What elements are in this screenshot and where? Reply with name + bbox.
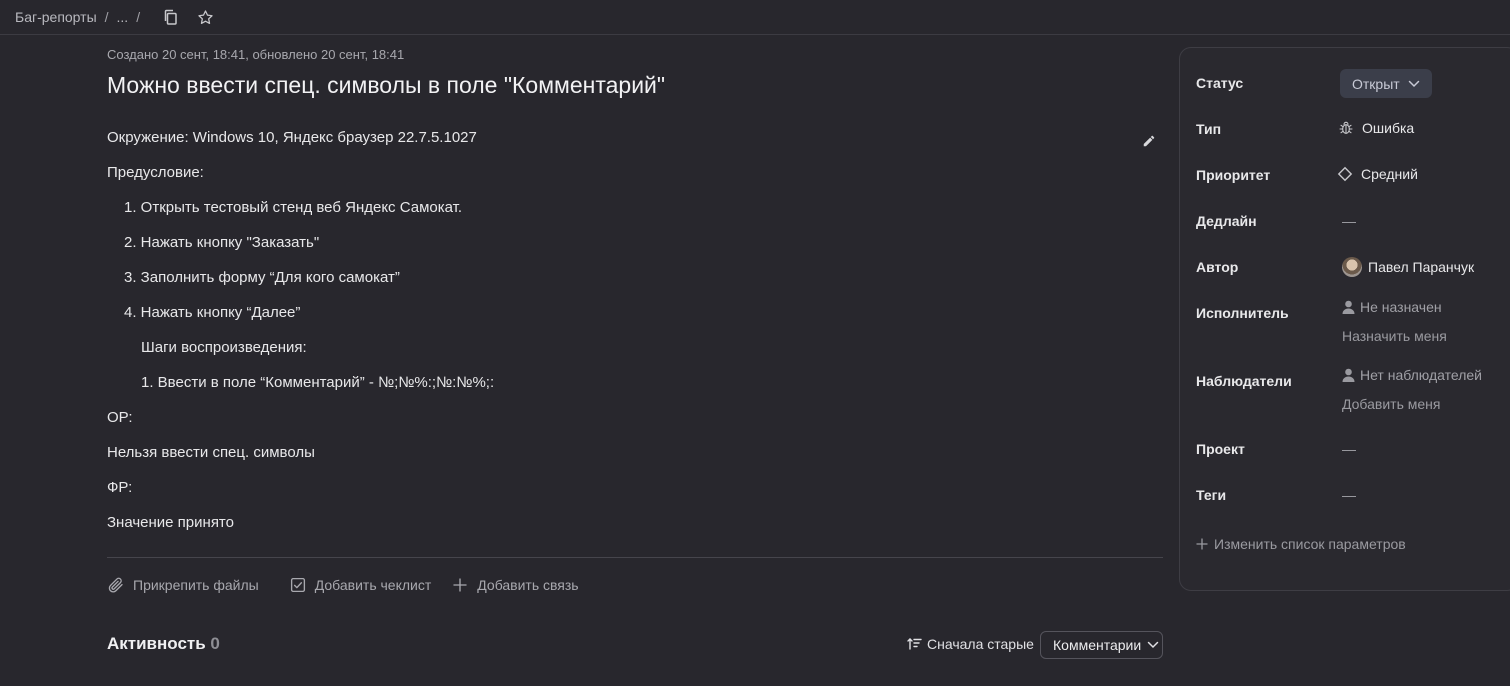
- desc-line: Шаги воспроизведения:: [141, 339, 307, 356]
- person-icon: [1342, 300, 1355, 314]
- param-label: Проект: [1196, 441, 1245, 457]
- desc-line: Предусловие:: [107, 164, 204, 181]
- activity-heading: Активность 0: [107, 634, 220, 654]
- sort-order-label: Сначала старые: [927, 636, 1034, 652]
- watchers-label: Нет наблюдателей: [1360, 367, 1483, 383]
- author-name: Павел Паранчук: [1368, 259, 1475, 275]
- breadcrumb-separator: /: [136, 9, 141, 25]
- param-label: Наблюдатели: [1196, 373, 1292, 389]
- add-link-label: Добавить связь: [477, 577, 579, 593]
- type-label: Ошибка: [1362, 120, 1415, 136]
- paperclip-icon: [108, 577, 123, 593]
- divider: [107, 557, 1163, 558]
- pencil-icon[interactable]: [1139, 131, 1159, 151]
- person-icon: [1342, 368, 1355, 382]
- attach-files-label: Прикрепить файлы: [133, 577, 259, 593]
- plus-icon: [453, 578, 467, 592]
- add-me-link[interactable]: Добавить меня: [1342, 396, 1441, 412]
- type-value[interactable]: Ошибка: [1338, 120, 1414, 136]
- watchers-value[interactable]: Нет наблюдателей: [1342, 367, 1482, 383]
- change-params-button[interactable]: Изменить список параметров: [1196, 536, 1406, 552]
- issue-actions: Прикрепить файлы Добавить чеклист Добави…: [107, 574, 599, 596]
- top-bar: Баг-репорты / ... /: [0, 0, 1510, 35]
- desc-line: ОР:: [107, 409, 133, 426]
- status-select[interactable]: Открыт: [1340, 69, 1432, 98]
- desc-line: Нельзя ввести спец. символы: [107, 444, 315, 461]
- issue-parameters-panel: Статус Открыт Тип Ошибка Приоритет Средн…: [1179, 47, 1510, 591]
- priority-value[interactable]: Средний: [1337, 166, 1418, 182]
- chevron-down-icon: [1147, 641, 1159, 649]
- activity-filter-select[interactable]: Комментарии: [1040, 631, 1163, 659]
- desc-line: Значение принято: [107, 514, 234, 531]
- desc-line: 1. Открыть тестовый стенд веб Яндекс Сам…: [124, 199, 463, 216]
- add-checklist-label: Добавить чеклист: [314, 577, 432, 593]
- bug-icon: [1338, 120, 1354, 136]
- priority-label: Средний: [1361, 166, 1418, 182]
- tags-value[interactable]: —: [1342, 487, 1356, 503]
- star-icon[interactable]: [194, 6, 216, 28]
- activity-title: Активность: [107, 634, 206, 653]
- add-checklist-button[interactable]: Добавить чеклист: [289, 576, 432, 594]
- assign-me-link[interactable]: Назначить меня: [1342, 328, 1447, 344]
- param-label: Исполнитель: [1196, 305, 1289, 321]
- deadline-value[interactable]: —: [1342, 213, 1356, 229]
- desc-line: 1. Ввести в поле “Комментарий” - №;№%:;№…: [141, 374, 495, 391]
- status-value: Открыт: [1352, 75, 1400, 92]
- author-value[interactable]: Павел Паранчук: [1342, 257, 1474, 277]
- param-label: Приоритет: [1196, 167, 1271, 183]
- desc-line: Окружение: Windows 10, Яндекс браузер 22…: [107, 129, 477, 146]
- param-label: Статус: [1196, 75, 1244, 91]
- sort-icon: [907, 638, 922, 650]
- breadcrumb-separator: /: [104, 9, 109, 25]
- param-label: Автор: [1196, 259, 1239, 275]
- param-label: Дедлайн: [1196, 213, 1257, 229]
- chevron-down-icon: [1408, 80, 1419, 87]
- avatar: [1342, 257, 1362, 277]
- desc-line: 4. Нажать кнопку “Далее”: [124, 304, 301, 321]
- desc-line: 3. Заполнить форму “Для кого самокат”: [124, 269, 400, 286]
- activity-count: 0: [210, 634, 220, 653]
- desc-line: ФР:: [107, 479, 133, 496]
- issue-title[interactable]: Можно ввести спец. символы в поле "Комме…: [107, 72, 665, 99]
- plus-icon: [1196, 538, 1208, 550]
- change-params-label: Изменить список параметров: [1214, 536, 1406, 552]
- desc-line: 2. Нажать кнопку "Заказать": [124, 234, 320, 251]
- checklist-icon: [290, 577, 305, 593]
- sort-order-button[interactable]: Сначала старые: [907, 634, 1034, 654]
- breadcrumb-root[interactable]: Баг-репорты: [15, 9, 97, 25]
- issue-meta: Создано 20 сент, 18:41, обновлено 20 сен…: [107, 47, 405, 62]
- attach-files-button[interactable]: Прикрепить файлы: [107, 576, 259, 594]
- project-value[interactable]: —: [1342, 441, 1356, 457]
- assignee-label: Не назначен: [1360, 299, 1442, 315]
- breadcrumb-ellipsis[interactable]: ...: [117, 9, 129, 25]
- add-link-button[interactable]: Добавить связь: [451, 576, 579, 594]
- assignee-value[interactable]: Не назначен: [1342, 299, 1442, 315]
- activity-filter-value: Комментарии: [1053, 637, 1142, 653]
- param-label: Тип: [1196, 121, 1222, 137]
- copy-icon[interactable]: [160, 6, 182, 28]
- param-label: Теги: [1196, 487, 1227, 503]
- diamond-icon: [1337, 166, 1353, 182]
